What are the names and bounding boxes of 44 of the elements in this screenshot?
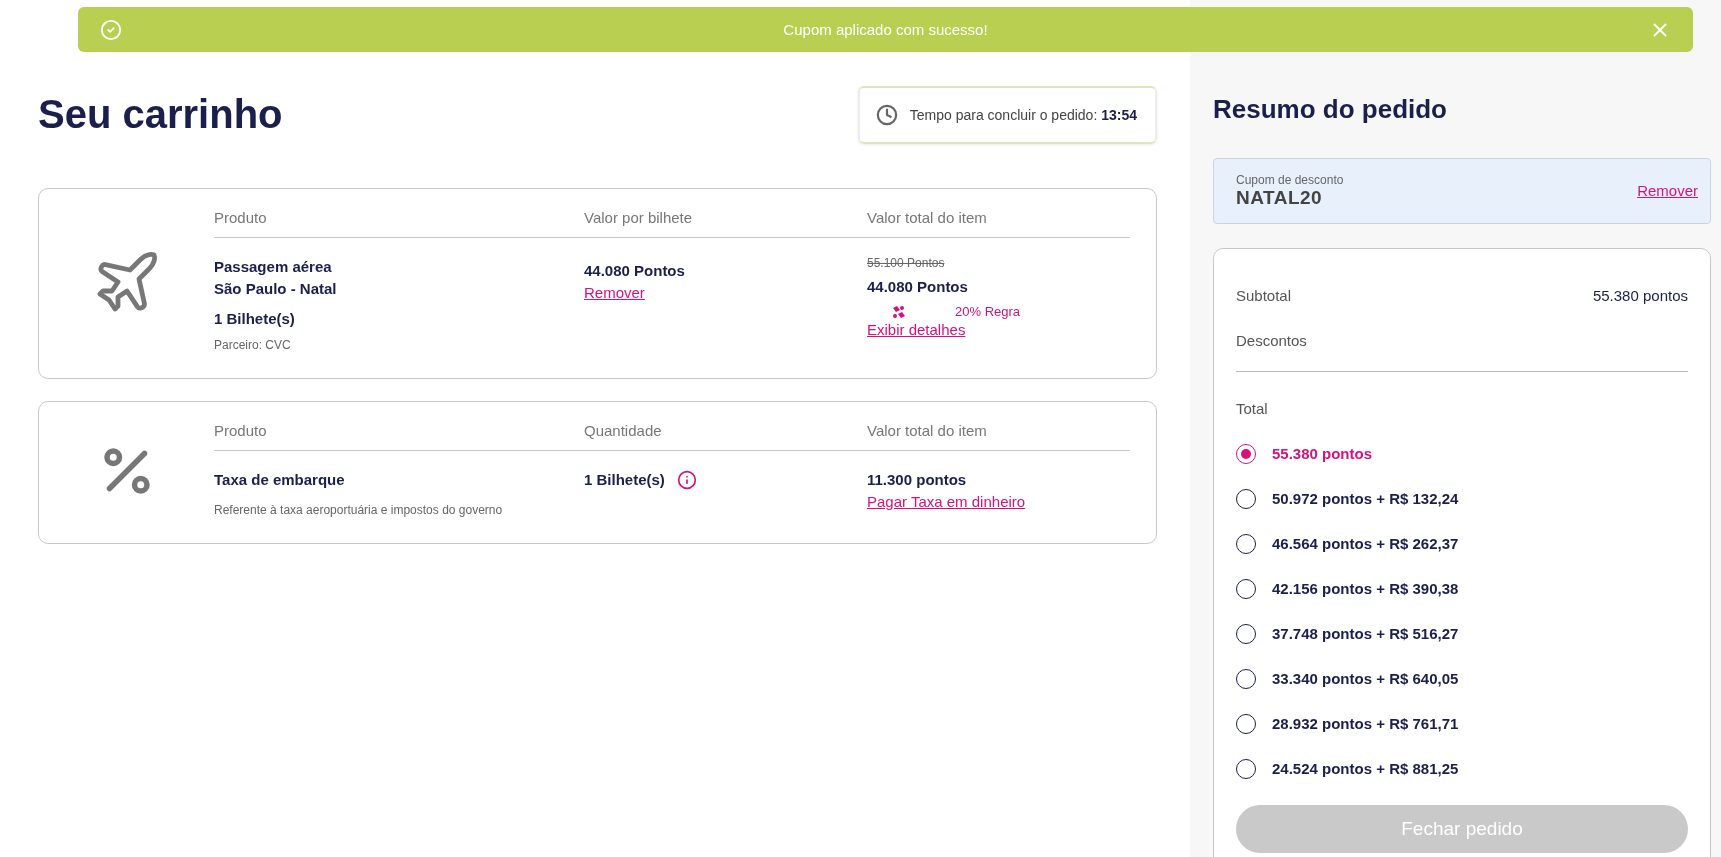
- column-header: Valor total do item: [867, 209, 1130, 238]
- subtotal-label: Subtotal: [1236, 287, 1292, 304]
- column-header: Valor total do item: [867, 422, 1130, 451]
- column-header: Produto: [214, 422, 584, 451]
- banner-message: Cupom aplicado com sucesso!: [783, 21, 988, 38]
- payment-option[interactable]: 24.524 pontos + R$ 881,25: [1272, 760, 1459, 777]
- summary-title: Resumo do pedido: [1213, 94, 1448, 125]
- column-header: Quantidade: [584, 422, 867, 451]
- coupon-label: Cupom de desconto: [1236, 173, 1344, 187]
- total-label: Total: [1236, 400, 1268, 417]
- product-name: São Paulo - Natal: [214, 279, 337, 299]
- ticket-quantity: 1 Bilhete(s): [214, 309, 295, 329]
- page-title: Seu carrinho: [38, 92, 283, 137]
- product-name: Passagem aérea: [214, 257, 332, 277]
- total-price: 44.080 Pontos: [867, 277, 968, 297]
- remove-link[interactable]: Remover: [584, 282, 645, 304]
- payment-option[interactable]: 46.564 pontos + R$ 262,37: [1272, 535, 1459, 552]
- payment-option[interactable]: 50.972 pontos + R$ 132,24: [1272, 490, 1459, 507]
- partner-text: Parceiro: CVC: [214, 337, 291, 354]
- product-description: Referente à taxa aeroportuária e impostos do governo: [214, 502, 503, 519]
- payment-option[interactable]: 28.932 pontos + R$ 761,71: [1272, 715, 1459, 732]
- pay-cash-link[interactable]: Pagar Taxa em dinheiro: [867, 491, 1026, 513]
- discount-rule: 20% Regra: [955, 304, 1021, 319]
- column-header: Produto: [214, 209, 584, 238]
- subtotal-value: 55.380 pontos: [1592, 287, 1688, 304]
- discounts-label: Descontos: [1236, 332, 1307, 349]
- check-icon: [100, 18, 122, 41]
- payment-option[interactable]: 37.748 pontos + R$ 516,27: [1272, 625, 1459, 642]
- info-icon[interactable]: [676, 470, 697, 490]
- details-link[interactable]: Exibir detalhes: [867, 319, 966, 341]
- timer-text: Tempo para concluir o pedido: 13:54: [909, 107, 1137, 123]
- payment-option[interactable]: 55.380 pontos: [1272, 445, 1373, 462]
- ticket-quantity: 1 Bilhete(s): [584, 470, 665, 490]
- clock-icon: [875, 104, 898, 126]
- remove-coupon-link[interactable]: Remover: [1637, 180, 1698, 202]
- original-price: 55.100 Pontos: [867, 256, 945, 270]
- coupon-code: NATAL20: [1236, 187, 1324, 209]
- column-header: Valor por bilhete: [584, 209, 867, 238]
- total-price: 11.300 pontos: [867, 470, 967, 490]
- payment-option[interactable]: 42.156 pontos + R$ 390,38: [1272, 580, 1459, 597]
- unit-price: 44.080 Pontos: [584, 261, 685, 281]
- product-name: Taxa de embarque: [214, 470, 345, 490]
- payment-option[interactable]: 33.340 pontos + R$ 640,05: [1272, 670, 1459, 687]
- discount-icon: [891, 304, 907, 319]
